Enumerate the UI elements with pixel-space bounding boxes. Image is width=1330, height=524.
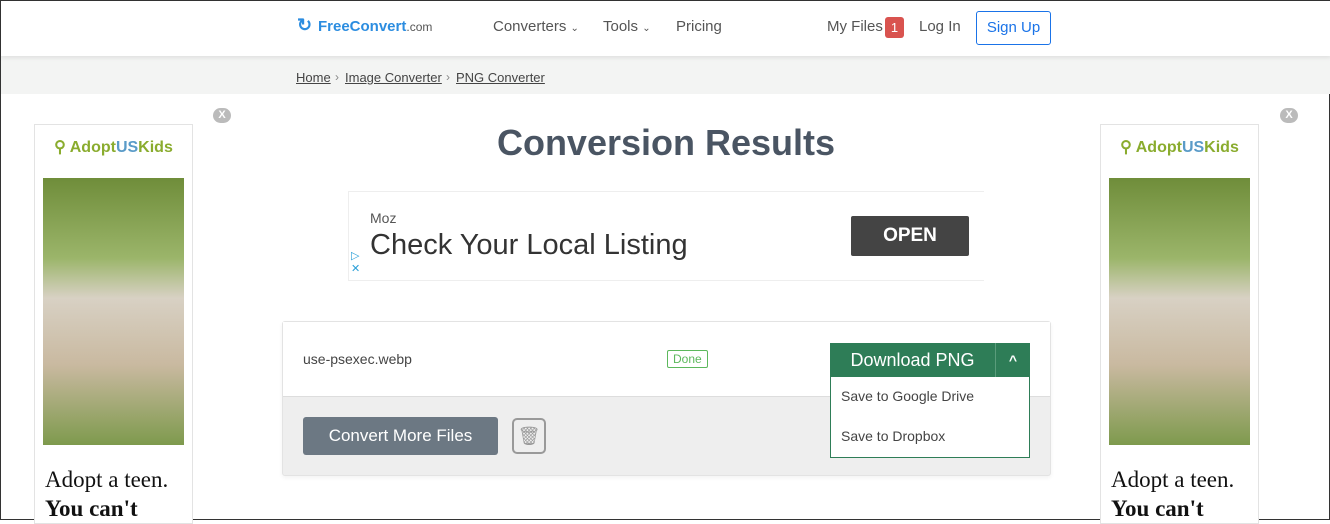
logo-part: Kids: [1204, 139, 1239, 156]
logo-part: Kids: [138, 139, 173, 156]
adoptuskids-logo: ⚲ AdoptUSKids: [54, 139, 173, 156]
breadcrumb-png-converter[interactable]: PNG Converter: [456, 70, 545, 85]
status-badge: Done: [667, 350, 708, 368]
chevron-down-icon: ⌄: [642, 23, 651, 34]
top-ad[interactable]: Moz Check Your Local Listing OPEN ▷ ✕: [348, 191, 984, 281]
adchoices-icon[interactable]: ▷ ✕: [351, 250, 360, 276]
logo-part: Adopt: [69, 139, 116, 156]
nav-label: Tools: [603, 18, 639, 35]
ad-line2: You can't: [1111, 496, 1204, 521]
trash-icon[interactable]: 🗑: [512, 418, 546, 454]
ad-advertiser: Moz: [370, 210, 397, 226]
logo-part: US: [115, 139, 139, 156]
adoptuskids-logo: ⚲ AdoptUSKids: [1120, 139, 1239, 156]
logo-suffix: .com: [406, 20, 433, 34]
convert-more-button[interactable]: Convert More Files: [303, 417, 498, 455]
logo-part: US: [1181, 139, 1205, 156]
header: ↻ FreeConvert.com Converters ⌄ Tools ⌄ P…: [1, 1, 1330, 56]
refresh-icon: ↻: [297, 15, 313, 35]
breadcrumb-image-converter[interactable]: Image Converter: [345, 70, 442, 85]
ad-photo: [43, 178, 184, 445]
my-files-link[interactable]: My Files: [827, 18, 883, 35]
close-ad-left[interactable]: X: [213, 108, 231, 123]
download-button[interactable]: Download PNG: [830, 343, 995, 377]
ad-open-button[interactable]: OPEN: [851, 216, 969, 256]
breadcrumb: [1, 56, 1330, 94]
ad-line2: You can't: [45, 496, 138, 521]
logo-part: Adopt: [1135, 139, 1182, 156]
nav-pricing[interactable]: Pricing: [676, 18, 722, 35]
chevron-down-icon: ⌄: [570, 23, 579, 34]
save-google-drive[interactable]: Save to Google Drive: [841, 388, 974, 404]
my-files-label: My Files: [827, 18, 883, 35]
breadcrumb-separator: ›: [335, 70, 339, 84]
logo[interactable]: ↻: [297, 15, 312, 36]
save-dropbox[interactable]: Save to Dropbox: [841, 428, 945, 444]
file-name: use-psexec.webp: [303, 351, 412, 367]
login-link[interactable]: Log In: [919, 18, 961, 35]
signup-button[interactable]: Sign Up: [976, 11, 1051, 45]
nav-label: Converters: [493, 18, 567, 35]
side-ad-right[interactable]: ⚲ AdoptUSKids Adopt a teen. You can't: [1100, 124, 1259, 524]
logo-main: FreeConvert: [318, 18, 407, 35]
chevron-up-icon[interactable]: ^: [995, 343, 1030, 377]
side-ad-left[interactable]: ⚲ AdoptUSKids Adopt a teen. You can't: [34, 124, 193, 524]
file-count-badge: 1: [885, 17, 904, 38]
nav-converters[interactable]: Converters ⌄: [493, 18, 579, 35]
ad-photo: [1109, 178, 1250, 445]
download-dropdown: Save to Google Drive Save to Dropbox: [830, 377, 1030, 458]
breadcrumb-separator: ›: [446, 70, 450, 84]
breadcrumb-home[interactable]: Home: [296, 70, 331, 85]
logo-text[interactable]: FreeConvert.com: [318, 18, 432, 35]
ad-line1: Adopt a teen.: [45, 467, 169, 492]
ad-headline: Check Your Local Listing: [370, 229, 688, 261]
close-ad-right[interactable]: X: [1280, 108, 1298, 123]
ad-line1: Adopt a teen.: [1111, 467, 1235, 492]
nav-tools[interactable]: Tools ⌄: [603, 18, 651, 35]
